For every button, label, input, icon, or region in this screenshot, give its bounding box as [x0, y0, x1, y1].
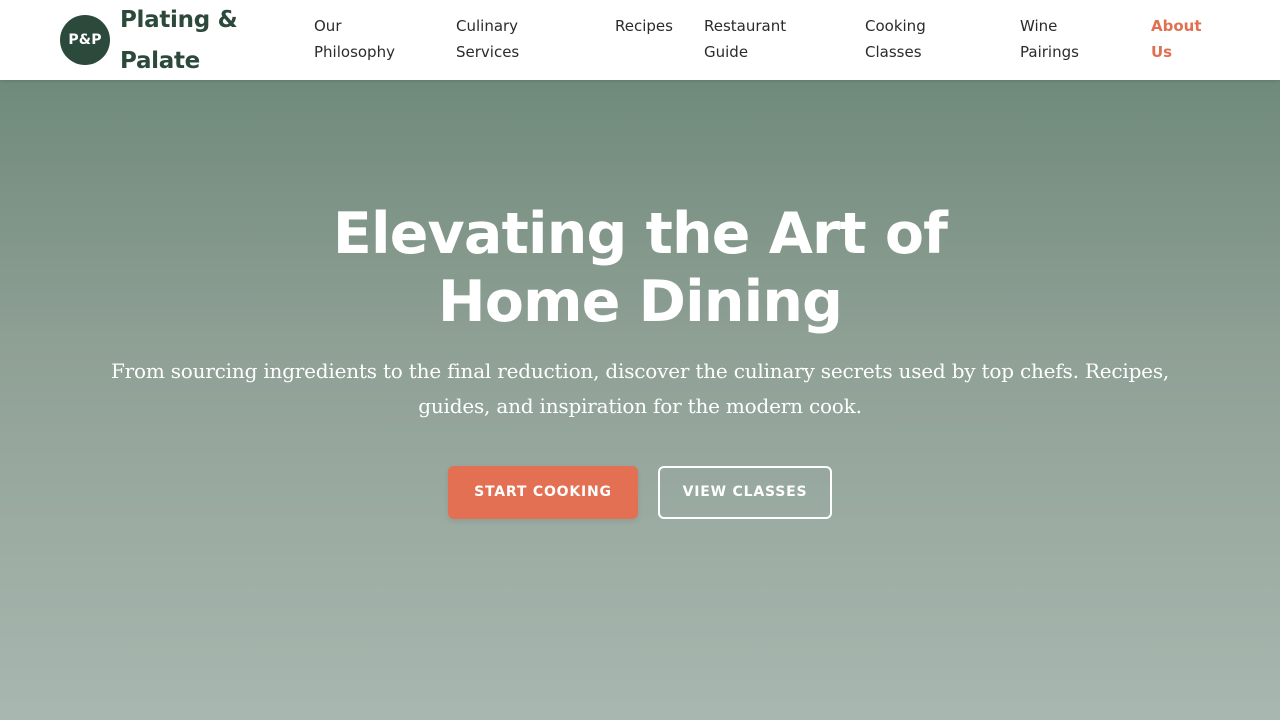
nav-item-restaurant-guide[interactable]: Restaurant Guide [704, 13, 800, 65]
view-classes-button[interactable]: VIEW CLASSES [658, 466, 832, 519]
hero-section: Elevating the Art of Home Dining From so… [0, 80, 1280, 720]
nav-item-culinary-services[interactable]: Culinary Services [456, 13, 536, 65]
brand-name[interactable]: Plating & Palate [120, 0, 270, 82]
nav-item-recipes[interactable]: Recipes [615, 13, 685, 39]
nav-item-wine-pairings[interactable]: Wine Pairings [1020, 13, 1096, 65]
start-cooking-button[interactable]: START COOKING [448, 466, 638, 519]
nav-item-about-us[interactable]: About Us [1151, 13, 1215, 65]
site-header: P&P Plating & Palate Our Philosophy Culi… [0, 0, 1280, 80]
hero-title: Elevating the Art of Home Dining [332, 201, 948, 335]
hero-subtitle: From sourcing ingredients to the final r… [110, 359, 1170, 418]
nav-item-our-philosophy[interactable]: Our Philosophy [314, 13, 414, 65]
nav-item-cooking-classes[interactable]: Cooking Classes [865, 13, 945, 65]
logo-badge[interactable]: P&P [60, 15, 110, 65]
